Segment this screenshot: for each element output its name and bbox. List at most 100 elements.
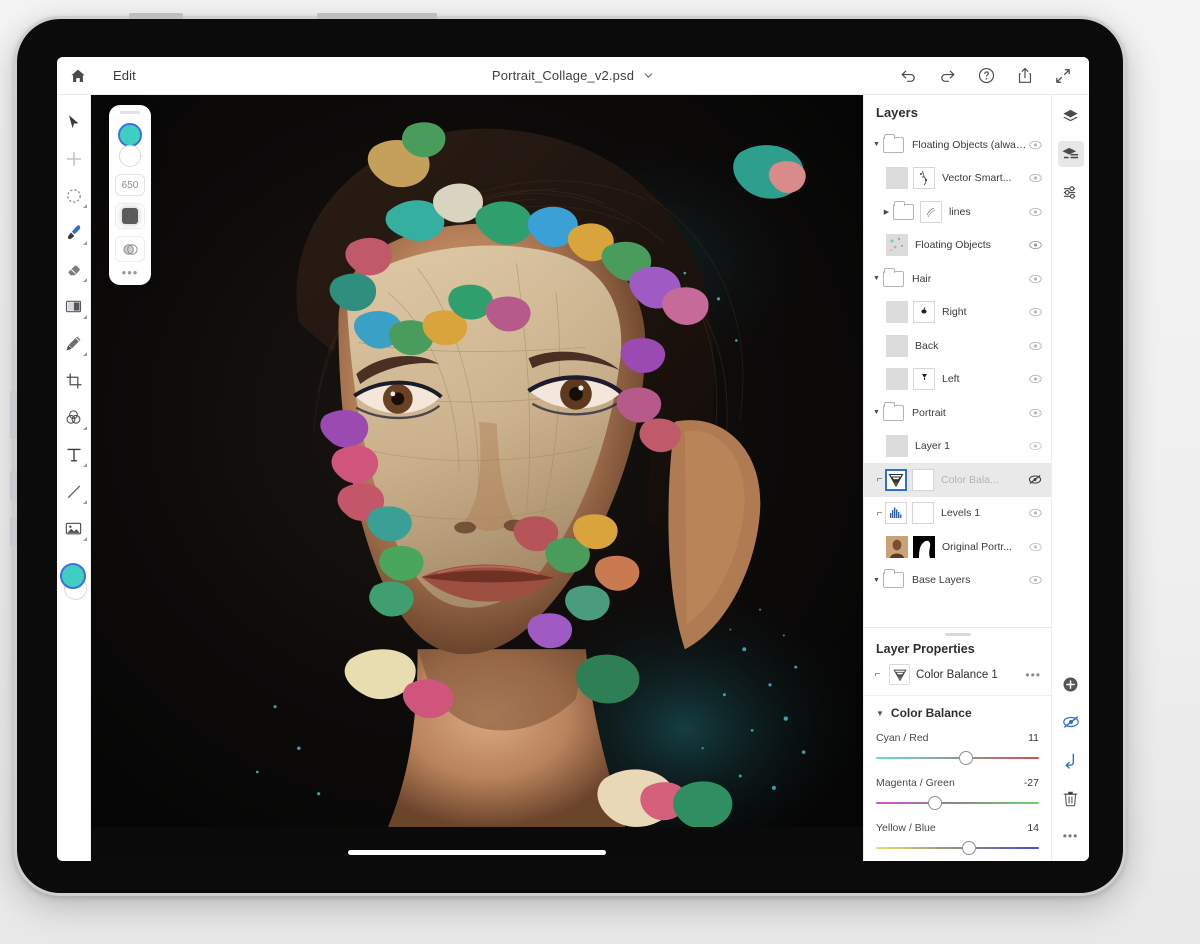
layer-thumbnail[interactable] [886, 301, 908, 324]
visibility-eye-icon[interactable] [1027, 140, 1043, 150]
brush-more-options[interactable]: ••• [122, 266, 139, 279]
layer-row-layer-1[interactable]: Layer 1 [864, 430, 1051, 464]
visibility-eye-icon[interactable] [1027, 542, 1043, 552]
hide-layer-icon[interactable] [1058, 709, 1084, 735]
layer-mask-thumbnail[interactable] [912, 468, 934, 491]
tool-submenu-indicator [82, 500, 87, 504]
layer-row-original-portrait[interactable]: Original Portr... [864, 530, 1051, 564]
visibility-eye-icon[interactable] [1027, 274, 1043, 284]
slider-magenta-green[interactable]: Magenta / Green -27 [876, 777, 1039, 810]
gradient-tool[interactable] [57, 288, 91, 325]
canvas-area[interactable]: 650 ••• [91, 95, 863, 861]
visibility-eye-icon[interactable] [1027, 173, 1043, 183]
eraser-tool[interactable] [57, 251, 91, 288]
disclosure-triangle-icon[interactable]: ▼ [870, 409, 883, 416]
delete-layer-icon[interactable] [1058, 785, 1084, 811]
layers-stack-icon[interactable] [1058, 103, 1084, 129]
lasso-tool[interactable] [57, 177, 91, 214]
redo-icon[interactable] [939, 68, 956, 83]
layer-row-color-balance[interactable]: ⌐ Color Bala... [864, 463, 1051, 497]
visibility-eye-icon[interactable] [1027, 307, 1043, 317]
visibility-eye-icon[interactable] [1027, 575, 1043, 585]
share-icon[interactable] [1017, 67, 1033, 84]
layers-list-icon[interactable] [1057, 141, 1084, 167]
adjustments-icon[interactable] [1058, 179, 1084, 205]
foreground-color-swatch[interactable] [59, 563, 86, 589]
layer-thumbnail[interactable] [886, 368, 908, 391]
brush-background-color[interactable] [119, 145, 141, 167]
layer-thumbnail[interactable] [886, 334, 908, 357]
visibility-eye-icon[interactable] [1027, 408, 1043, 418]
disclosure-triangle-icon[interactable]: ▼ [870, 275, 883, 282]
visibility-eye-icon[interactable] [1027, 207, 1043, 217]
layer-mask-thumbnail[interactable] [913, 535, 935, 558]
crop-tool[interactable] [57, 362, 91, 399]
disclosure-triangle-icon[interactable]: ▼ [870, 577, 883, 584]
slider-track[interactable] [876, 841, 1039, 855]
visibility-eye-off-icon[interactable] [1027, 474, 1043, 485]
layer-mask-thumbnail[interactable] [913, 301, 935, 324]
visibility-eye-icon[interactable] [1027, 374, 1043, 384]
visibility-eye-icon[interactable] [1027, 508, 1043, 518]
brush-preview[interactable] [115, 203, 145, 229]
visibility-eye-icon[interactable] [1027, 441, 1043, 451]
brush-foreground-color[interactable] [118, 123, 142, 147]
layer-row-right[interactable]: Right [864, 296, 1051, 330]
layer-row-portrait-group[interactable]: ▼ Portrait [864, 396, 1051, 430]
tab-edit[interactable]: Edit [99, 57, 150, 94]
color-swatches[interactable] [57, 559, 91, 607]
visibility-eye-icon[interactable] [1027, 341, 1043, 351]
line-tool[interactable] [57, 473, 91, 510]
disclosure-triangle-icon[interactable]: ▼ [870, 141, 883, 148]
expand-icon[interactable] [1055, 68, 1071, 84]
layer-row-hair-group[interactable]: ▼ Hair [864, 262, 1051, 296]
panel-drag-handle[interactable] [120, 111, 140, 114]
layer-mask-thumbnail[interactable] [913, 167, 935, 190]
brush-blend-mode-icon[interactable] [115, 236, 145, 262]
color-balance-section-header[interactable]: ▼ Color Balance [876, 706, 1039, 720]
clone-stamp-tool[interactable] [57, 325, 91, 362]
layer-row-floating-objects[interactable]: Floating Objects [864, 229, 1051, 263]
layer-row-levels-1[interactable]: ⌐ Levels 1 [864, 497, 1051, 531]
adjustment-thumbnail-color-balance[interactable] [885, 468, 907, 491]
layer-row-back[interactable]: Back [864, 329, 1051, 363]
layers-list[interactable]: ▼ Floating Objects (alway... Vector Smar… [864, 128, 1051, 625]
undo-icon[interactable] [900, 68, 917, 83]
layer-mask-thumbnail[interactable] [913, 368, 935, 391]
disclosure-triangle-icon[interactable]: ▶ [880, 208, 893, 216]
chevron-down-icon[interactable]: ▼ [876, 709, 884, 718]
visibility-eye-icon[interactable] [1027, 240, 1043, 250]
layer-thumbnail[interactable] [886, 234, 908, 257]
home-indicator[interactable] [348, 850, 606, 855]
layer-mask-thumbnail[interactable] [912, 502, 934, 525]
layer-properties-more-button[interactable]: ••• [1025, 668, 1041, 682]
help-icon[interactable] [978, 67, 995, 84]
brush-size-value[interactable]: 650 [115, 174, 145, 196]
slider-track[interactable] [876, 751, 1039, 765]
panel-resize-handle[interactable] [944, 633, 971, 636]
layer-thumbnail[interactable] [886, 167, 908, 190]
layer-thumbnail[interactable] [886, 435, 908, 458]
place-photo-tool[interactable] [57, 510, 91, 547]
layer-row-lines-group[interactable]: ▶ lines [864, 195, 1051, 229]
layer-row-base-layers-group[interactable]: ▼ Base Layers [864, 564, 1051, 598]
clip-layer-icon[interactable] [1058, 747, 1084, 773]
adjustment-tool[interactable] [57, 399, 91, 436]
text-tool[interactable] [57, 436, 91, 473]
layer-row-left[interactable]: Left [864, 363, 1051, 397]
select-tool[interactable] [57, 103, 91, 140]
home-icon[interactable] [57, 68, 99, 84]
slider-track[interactable] [876, 796, 1039, 810]
layer-thumbnail[interactable] [886, 535, 908, 558]
layer-row-vector-smart[interactable]: Vector Smart... [864, 162, 1051, 196]
brush-tool[interactable] [57, 214, 91, 251]
more-options-icon[interactable]: ••• [1058, 823, 1084, 849]
transform-tool[interactable] [57, 140, 91, 177]
layer-mask-thumbnail[interactable] [920, 200, 942, 223]
brush-settings-panel[interactable]: 650 ••• [109, 105, 151, 285]
slider-cyan-red[interactable]: Cyan / Red 11 [876, 732, 1039, 765]
adjustment-thumbnail-levels[interactable] [885, 502, 907, 525]
layer-row-floating-objects-group[interactable]: ▼ Floating Objects (alway... [864, 128, 1051, 162]
add-layer-icon[interactable] [1058, 671, 1084, 697]
slider-yellow-blue[interactable]: Yellow / Blue 14 [876, 822, 1039, 855]
